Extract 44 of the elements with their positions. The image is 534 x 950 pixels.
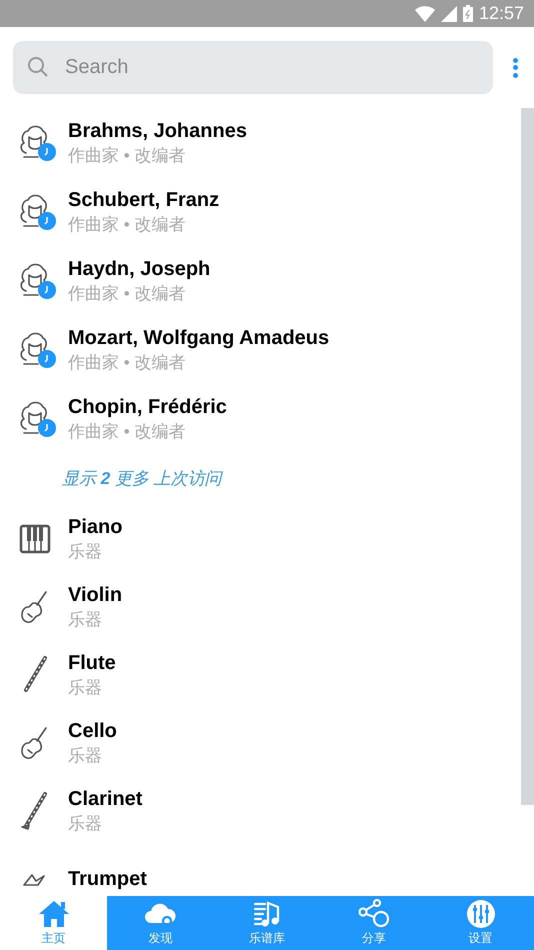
- instrument-item[interactable]: Piano 乐器: [0, 505, 521, 573]
- instrument-item[interactable]: Trumpet: [0, 845, 521, 896]
- instrument-category: 乐器: [68, 677, 103, 699]
- instrument-name: Flute: [68, 651, 116, 676]
- composer-roles: 作曲家 • 改编者: [68, 420, 186, 442]
- instrument-item[interactable]: Clarinet 乐器: [0, 777, 521, 845]
- status-time: 12:57: [478, 2, 524, 25]
- instrument-category: 乐器: [68, 541, 103, 563]
- instrument-name: Cello: [68, 719, 117, 744]
- home-icon: [36, 899, 70, 929]
- composer-item[interactable]: Mozart, Wolfgang Amadeus 作曲家 • 改编者: [0, 315, 521, 384]
- instrument-category: 乐器: [68, 813, 103, 835]
- composer-name: Chopin, Frédéric: [68, 394, 227, 420]
- instrument-item[interactable]: Flute 乐器: [0, 641, 521, 709]
- composer-item[interactable]: Schubert, Franz 作曲家 • 改编者: [0, 177, 521, 246]
- instrument-item[interactable]: Cello 乐器: [0, 709, 521, 777]
- composer-roles: 作曲家 • 改编者: [68, 214, 186, 236]
- composer-name: Brahms, Johannes: [68, 118, 247, 144]
- instrument-category: 乐器: [68, 745, 103, 767]
- signal-icon: [440, 6, 457, 22]
- instrument-name: Piano: [68, 515, 122, 540]
- instrument-name: Violin: [68, 583, 122, 608]
- share-icon: [356, 899, 391, 929]
- composer-item[interactable]: Haydn, Joseph 作曲家 • 改编者: [0, 246, 521, 315]
- clarinet-icon: [20, 791, 50, 831]
- composer-roles: 作曲家 • 改编者: [68, 144, 186, 166]
- instrument-item[interactable]: Violin 乐器: [0, 573, 521, 641]
- piano-icon: [19, 523, 51, 555]
- composer-name: Schubert, Franz: [68, 188, 220, 212]
- composer-roles: 作曲家 • 改编者: [68, 352, 186, 374]
- instrument-category: 乐器: [68, 609, 103, 631]
- sliders-icon: [466, 899, 496, 929]
- search-icon: [27, 56, 49, 78]
- scrollbar[interactable]: [521, 108, 534, 805]
- composer-name: Mozart, Wolfgang Amadeus: [68, 326, 330, 350]
- composer-item[interactable]: Chopin, Frédéric 作曲家 • 改编者: [0, 384, 521, 453]
- composer-roles: 作曲家 • 改编者: [68, 282, 186, 304]
- battery-icon: [462, 5, 473, 22]
- search-field[interactable]: Search: [13, 41, 493, 94]
- instrument-name: Clarinet: [68, 787, 142, 812]
- wifi-icon: [414, 6, 435, 22]
- composer-name: Haydn, Joseph: [68, 256, 210, 282]
- instrument-name: Trumpet: [68, 867, 147, 892]
- composer-item[interactable]: Brahms, Johannes 作曲家 • 改编者: [0, 108, 521, 177]
